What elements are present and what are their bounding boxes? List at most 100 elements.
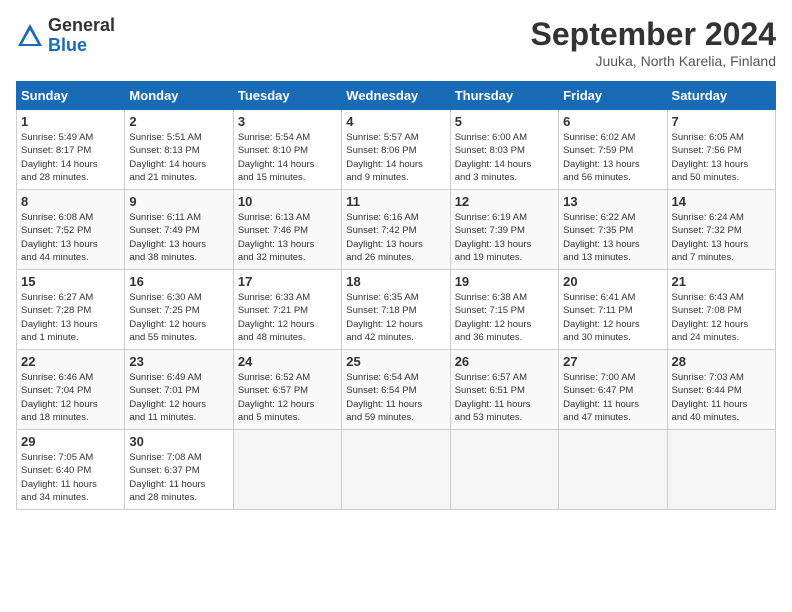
day-number: 5	[455, 114, 554, 129]
cell-content: Sunrise: 6:13 AMSunset: 7:46 PMDaylight:…	[238, 211, 337, 264]
cell-content: Sunrise: 6:05 AMSunset: 7:56 PMDaylight:…	[672, 131, 771, 184]
page-header: General Blue September 2024 Juuka, North…	[16, 16, 776, 69]
calendar-cell: 2 Sunrise: 5:51 AMSunset: 8:13 PMDaylight…	[125, 110, 233, 190]
calendar-cell: 14 Sunrise: 6:24 AMSunset: 7:32 PMDayligh…	[667, 190, 775, 270]
cell-content: Sunrise: 6:08 AMSunset: 7:52 PMDaylight:…	[21, 211, 120, 264]
header-friday: Friday	[559, 82, 667, 110]
day-number: 7	[672, 114, 771, 129]
calendar-cell: 9Sunrise: 6:11 AMSunset: 7:49 PMDaylight…	[125, 190, 233, 270]
day-number: 25	[346, 354, 445, 369]
cell-content: Sunrise: 5:51 AMSunset: 8:13 PMDaylight:…	[129, 131, 228, 184]
week-row-2: 8Sunrise: 6:08 AMSunset: 7:52 PMDaylight…	[17, 190, 776, 270]
cell-content: Sunrise: 6:24 AMSunset: 7:32 PMDaylight:…	[672, 211, 771, 264]
calendar-cell: 12 Sunrise: 6:19 AMSunset: 7:39 PMDayligh…	[450, 190, 558, 270]
day-number: 18	[346, 274, 445, 289]
day-number: 12	[455, 194, 554, 209]
header-saturday: Saturday	[667, 82, 775, 110]
day-number: 22	[21, 354, 120, 369]
cell-content: Sunrise: 6:46 AMSunset: 7:04 PMDaylight:…	[21, 371, 120, 424]
cell-content: Sunrise: 6:43 AMSunset: 7:08 PMDaylight:…	[672, 291, 771, 344]
day-number: 9	[129, 194, 228, 209]
calendar-cell: 17 Sunrise: 6:33 AMSunset: 7:21 PMDayligh…	[233, 270, 341, 350]
day-number: 6	[563, 114, 662, 129]
calendar-cell: 11Sunrise: 6:16 AMSunset: 7:42 PMDayligh…	[342, 190, 450, 270]
title-block: September 2024 Juuka, North Karelia, Fin…	[531, 16, 776, 69]
day-number: 26	[455, 354, 554, 369]
week-row-4: 22 Sunrise: 6:46 AMSunset: 7:04 PMDayligh…	[17, 350, 776, 430]
location: Juuka, North Karelia, Finland	[531, 53, 776, 69]
day-number: 4	[346, 114, 445, 129]
cell-content: Sunrise: 5:49 AMSunset: 8:17 PMDaylight:…	[21, 131, 120, 184]
day-number: 16	[129, 274, 228, 289]
calendar-cell: 6Sunrise: 6:02 AMSunset: 7:59 PMDaylight…	[559, 110, 667, 190]
day-number: 10	[238, 194, 337, 209]
day-number: 13	[563, 194, 662, 209]
day-number: 30	[129, 434, 228, 449]
day-number: 23	[129, 354, 228, 369]
calendar-table: SundayMondayTuesdayWednesdayThursdayFrid…	[16, 81, 776, 510]
calendar-cell	[450, 430, 558, 510]
cell-content: Sunrise: 6:22 AMSunset: 7:35 PMDaylight:…	[563, 211, 662, 264]
cell-content: Sunrise: 5:54 AMSunset: 8:10 PMDaylight:…	[238, 131, 337, 184]
calendar-cell: 23 Sunrise: 6:49 AMSunset: 7:01 PMDayligh…	[125, 350, 233, 430]
calendar-cell: 26 Sunrise: 6:57 AMSunset: 6:51 PMDayligh…	[450, 350, 558, 430]
cell-content: Sunrise: 6:52 AMSunset: 6:57 PMDaylight:…	[238, 371, 337, 424]
logo-general-label: General	[48, 16, 115, 36]
day-number: 3	[238, 114, 337, 129]
header-monday: Monday	[125, 82, 233, 110]
logo-blue-label: Blue	[48, 36, 115, 56]
day-number: 19	[455, 274, 554, 289]
day-number: 21	[672, 274, 771, 289]
calendar-cell: 21 Sunrise: 6:43 AMSunset: 7:08 PMDayligh…	[667, 270, 775, 350]
logo-text: General Blue	[48, 16, 115, 56]
week-row-3: 15Sunrise: 6:27 AMSunset: 7:28 PMDayligh…	[17, 270, 776, 350]
calendar-cell: 28 Sunrise: 7:03 AMSunset: 6:44 PMDayligh…	[667, 350, 775, 430]
calendar-cell: 19 Sunrise: 6:38 AMSunset: 7:15 PMDayligh…	[450, 270, 558, 350]
calendar-cell: 1 Sunrise: 5:49 AMSunset: 8:17 PMDaylight…	[17, 110, 125, 190]
cell-content: Sunrise: 6:19 AMSunset: 7:39 PMDaylight:…	[455, 211, 554, 264]
header-sunday: Sunday	[17, 82, 125, 110]
calendar-cell: 25Sunrise: 6:54 AMSunset: 6:54 PMDayligh…	[342, 350, 450, 430]
cell-content: Sunrise: 6:49 AMSunset: 7:01 PMDaylight:…	[129, 371, 228, 424]
cell-content: Sunrise: 6:38 AMSunset: 7:15 PMDaylight:…	[455, 291, 554, 344]
day-number: 20	[563, 274, 662, 289]
day-number: 17	[238, 274, 337, 289]
calendar-cell: 7 Sunrise: 6:05 AMSunset: 7:56 PMDaylight…	[667, 110, 775, 190]
cell-content: Sunrise: 7:05 AMSunset: 6:40 PMDaylight:…	[21, 451, 120, 504]
cell-content: Sunrise: 5:57 AMSunset: 8:06 PMDaylight:…	[346, 131, 445, 184]
calendar-cell: 13 Sunrise: 6:22 AMSunset: 7:35 PMDayligh…	[559, 190, 667, 270]
cell-content: Sunrise: 6:41 AMSunset: 7:11 PMDaylight:…	[563, 291, 662, 344]
calendar-cell	[559, 430, 667, 510]
header-row: SundayMondayTuesdayWednesdayThursdayFrid…	[17, 82, 776, 110]
cell-content: Sunrise: 6:35 AMSunset: 7:18 PMDaylight:…	[346, 291, 445, 344]
calendar-cell: 29 Sunrise: 7:05 AMSunset: 6:40 PMDayligh…	[17, 430, 125, 510]
calendar-cell	[233, 430, 341, 510]
cell-content: Sunrise: 6:33 AMSunset: 7:21 PMDaylight:…	[238, 291, 337, 344]
logo-icon	[16, 22, 44, 50]
calendar-cell: 5 Sunrise: 6:00 AMSunset: 8:03 PMDaylight…	[450, 110, 558, 190]
header-tuesday: Tuesday	[233, 82, 341, 110]
calendar-cell: 3 Sunrise: 5:54 AMSunset: 8:10 PMDaylight…	[233, 110, 341, 190]
cell-content: Sunrise: 7:00 AMSunset: 6:47 PMDaylight:…	[563, 371, 662, 424]
calendar-cell: 16Sunrise: 6:30 AMSunset: 7:25 PMDayligh…	[125, 270, 233, 350]
cell-content: Sunrise: 6:00 AMSunset: 8:03 PMDaylight:…	[455, 131, 554, 184]
day-number: 28	[672, 354, 771, 369]
cell-content: Sunrise: 6:57 AMSunset: 6:51 PMDaylight:…	[455, 371, 554, 424]
day-number: 24	[238, 354, 337, 369]
cell-content: Sunrise: 7:08 AMSunset: 6:37 PMDaylight:…	[129, 451, 228, 504]
day-number: 27	[563, 354, 662, 369]
day-number: 14	[672, 194, 771, 209]
cell-content: Sunrise: 7:03 AMSunset: 6:44 PMDaylight:…	[672, 371, 771, 424]
cell-content: Sunrise: 6:27 AMSunset: 7:28 PMDaylight:…	[21, 291, 120, 344]
calendar-cell: 30 Sunrise: 7:08 AMSunset: 6:37 PMDayligh…	[125, 430, 233, 510]
calendar-cell: 22 Sunrise: 6:46 AMSunset: 7:04 PMDayligh…	[17, 350, 125, 430]
week-row-1: 1 Sunrise: 5:49 AMSunset: 8:17 PMDaylight…	[17, 110, 776, 190]
week-row-5: 29 Sunrise: 7:05 AMSunset: 6:40 PMDayligh…	[17, 430, 776, 510]
day-number: 29	[21, 434, 120, 449]
day-number: 1	[21, 114, 120, 129]
calendar-cell: 20 Sunrise: 6:41 AMSunset: 7:11 PMDayligh…	[559, 270, 667, 350]
cell-content: Sunrise: 6:16 AMSunset: 7:42 PMDaylight:…	[346, 211, 445, 264]
calendar-cell: 4 Sunrise: 5:57 AMSunset: 8:06 PMDaylight…	[342, 110, 450, 190]
day-number: 2	[129, 114, 228, 129]
header-thursday: Thursday	[450, 82, 558, 110]
